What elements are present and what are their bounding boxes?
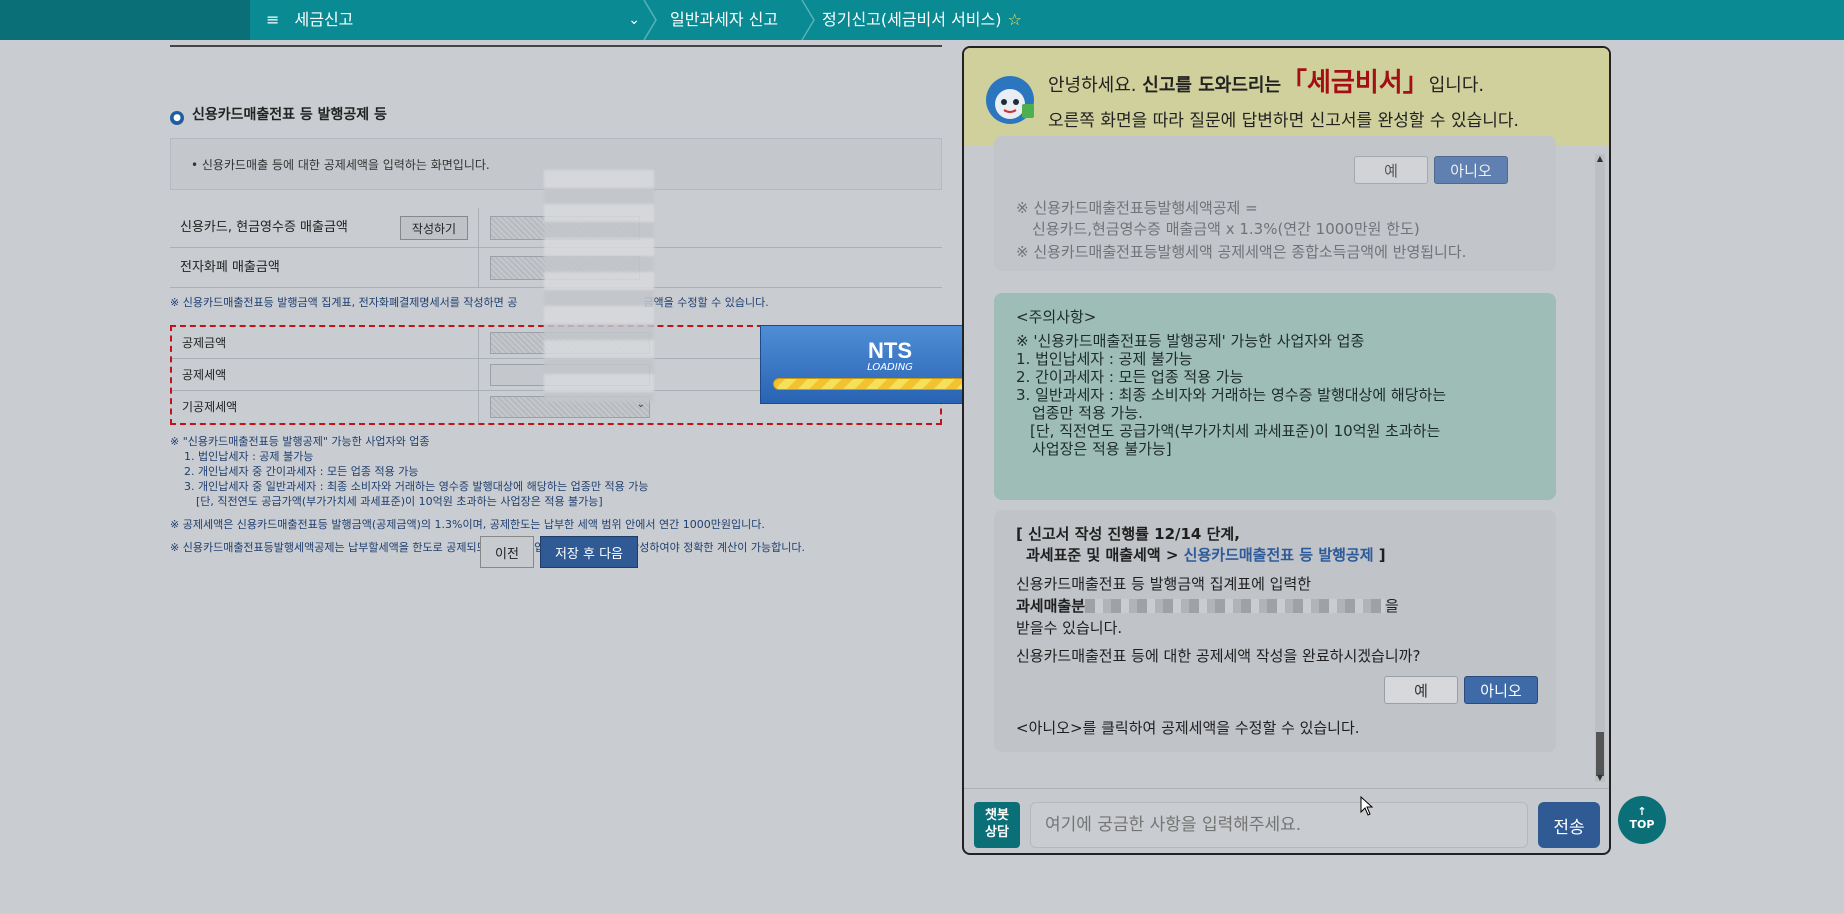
chat-input-bar: 챗봇상담 전송 — [964, 788, 1609, 853]
progress-step-parent: 과세표준 및 매출세액 > — [1026, 546, 1179, 564]
chat-message: 예 아니오 ※ 신용카드매출전표등발행세액공제 = 신용카드,현금영수증 매출금… — [994, 136, 1556, 271]
message-hint: <아니오>를 클릭하여 공제세액을 수정할 수 있습니다. — [1016, 719, 1360, 737]
confirm-question: 신용카드매출전표 등에 대한 공제세액 작성을 완료하시겠습니까? — [1016, 647, 1421, 665]
send-button[interactable]: 전송 — [1538, 802, 1600, 848]
mouse-cursor-icon — [1360, 795, 1374, 820]
section-title-text: 신용카드매출전표 등 발행공제 등 — [192, 107, 387, 123]
hamburger-icon[interactable]: ≡ — [266, 10, 279, 29]
greeting-brand: 「세금비서」 — [1281, 68, 1429, 98]
chat-input[interactable] — [1030, 802, 1528, 848]
note-text: ※ 신용카드매출전표등 발행금액 집계표, 전자화폐결제명세서를 작성하면 공 — [170, 296, 518, 309]
breadcrumb-regular-filing[interactable]: 정기신고(세금비서 서비스) ☆ — [808, 0, 1058, 40]
message-text: ※ 신용카드매출전표등발행세액 공제세액은 종합소득금액에 반영됩니다. — [1016, 243, 1467, 261]
chat-scrollbar[interactable]: ▲ ▼ — [1595, 154, 1605, 782]
chatbot-consult-badge[interactable]: 챗봇상담 — [974, 802, 1020, 848]
message-text: 신용카드,현금영수증 매출금액 x 1.3%(연간 1000만원 한도) — [1032, 220, 1420, 238]
note-line: 2. 개인납세자 중 간이과세자 : 모든 업종 적용 가능 — [184, 465, 419, 478]
row-label: 공제금액 — [182, 336, 227, 350]
arrow-up-icon: ↑ — [1637, 805, 1647, 818]
greeting-instruction: 오른쪽 화면을 따라 질문에 답변하면 신고서를 완성할 수 있습니다. — [1048, 111, 1519, 131]
taxable-sales-label: 과세매출분 — [1016, 597, 1086, 615]
scroll-thumb[interactable] — [1596, 732, 1604, 776]
chat-messages[interactable]: 예 아니오 ※ 신용카드매출전표등발행세액공제 = 신용카드,현금영수증 매출금… — [964, 136, 1609, 786]
bullet-icon: ● — [170, 111, 184, 125]
note-text-tail: 금액을 수정할 수 있습니다. — [643, 296, 769, 309]
message-text: ※ 신용카드매출전표등발행세액공제 = — [1016, 199, 1258, 217]
chatbot-badge-line2: 상담 — [985, 825, 1009, 840]
greeting-line: 안녕하세요. 신고를 도와드리는「세금비서」입니다. — [1048, 62, 1484, 99]
chat-message-progress: [ 신고서 작성 진행률 12/14 단계, 과세표준 및 매출세액 > 신용카… — [994, 510, 1556, 752]
cell-divider — [478, 327, 479, 358]
greeting-help: 신고를 도와드리는 — [1142, 75, 1282, 96]
save-next-button[interactable]: 저장 후 다음 — [540, 536, 638, 568]
greeting-end: 입니다. — [1428, 75, 1485, 96]
progress-step: 과세표준 및 매출세액 > 신용카드매출전표 등 발행공제 ] — [1026, 545, 1386, 566]
message-text: 사업장은 적용 불가능] — [1032, 440, 1172, 458]
yes-button[interactable]: 예 — [1354, 156, 1428, 184]
cell-divider — [478, 359, 479, 390]
row-label: 기공제세액 — [182, 400, 238, 414]
scroll-down-icon[interactable]: ▼ — [1595, 773, 1605, 782]
chat-header: 안녕하세요. 신고를 도와드리는「세금비서」입니다. 오른쪽 화면을 따라 질문… — [964, 48, 1609, 146]
greeting-hello: 안녕하세요. — [1048, 75, 1137, 96]
favorite-star-icon[interactable]: ☆ — [1008, 10, 1022, 29]
note-line: 3. 개인납세자 중 일반과세자 : 최종 소비자와 거래하는 영수증 발행대상… — [184, 480, 649, 493]
section-divider — [170, 45, 942, 47]
write-button[interactable]: 작성하기 — [400, 216, 468, 240]
no-button[interactable]: 아니오 — [1464, 676, 1538, 704]
chevron-down-icon[interactable]: ⌄ — [628, 0, 640, 40]
note-line: ※ "신용카드매출전표등 발행공제" 가능한 사업자와 업종 — [170, 435, 430, 448]
cell-divider — [478, 208, 479, 247]
redacted-amount — [1085, 599, 1386, 613]
row-label: 전자화폐 매출금액 — [180, 260, 280, 275]
note-line: 1. 법인납세자 : 공제 불가능 — [184, 450, 314, 463]
top-label: TOP — [1629, 818, 1655, 831]
progress-step-close: ] — [1378, 546, 1386, 564]
progress-step-link[interactable]: 신용카드매출전표 등 발행공제 — [1184, 546, 1374, 564]
tax-assistant-chat: 안녕하세요. 신고를 도와드리는「세금비서」입니다. 오른쪽 화면을 따라 질문… — [962, 46, 1611, 855]
scroll-up-icon[interactable]: ▲ — [1595, 154, 1605, 163]
yes-button[interactable]: 예 — [1384, 676, 1458, 704]
breadcrumb-current-label: 정기신고(세금비서 서비스) — [822, 10, 1002, 29]
message-text-tail: 을 — [1385, 597, 1399, 615]
no-button[interactable]: 아니오 — [1434, 156, 1508, 184]
message-title: <주의사항> — [1016, 308, 1097, 326]
menu-title: 세금신고 — [294, 10, 354, 29]
message-text: 신용카드매출전표 등 발행금액 집계표에 입력한 — [1016, 575, 1312, 593]
row-label: 신용카드, 현금영수증 매출금액 — [180, 220, 348, 235]
row-label: 공제세액 — [182, 368, 227, 382]
message-text: 과세매출분 을 — [1016, 596, 1399, 617]
note-line: [단, 직전연도 공급가액(부가가치세 과세표준)이 10억원 초과하는 사업장… — [196, 495, 603, 508]
redacted-values — [544, 170, 654, 402]
nav-left-block — [0, 0, 250, 40]
scroll-top-button[interactable]: ↑ TOP — [1618, 796, 1666, 844]
assistant-avatar-icon — [982, 68, 1038, 128]
top-nav-bar: ≡ 세금신고 ⌄ 일반과세자 신고 정기신고(세금비서 서비스) ☆ — [0, 0, 1844, 41]
cell-divider — [478, 391, 479, 423]
note-line: ※ 공제세액은 신용카드매출전표등 발행금액(공제금액)의 1.3%이며, 공제… — [170, 518, 765, 531]
note-edit-amount: ※ 신용카드매출전표등 발행금액 집계표, 전자화폐결제명세서를 작성하면 공 금… — [170, 294, 769, 310]
cell-divider — [478, 248, 479, 287]
message-text: 받을수 있습니다. — [1016, 619, 1123, 637]
prev-button[interactable]: 이전 — [480, 536, 534, 568]
deduction-form: ● 신용카드매출전표 등 발행공제 등 • 신용카드매출 등에 대한 공제세액을 … — [170, 40, 942, 914]
chatbot-badge-line1: 챗봇 — [985, 808, 1009, 823]
chat-message-caution: <주의사항> ※ '신용카드매출전표등 발행공제' 가능한 사업자와 업종 1.… — [994, 293, 1556, 500]
menu-breadcrumb[interactable]: ≡ 세금신고 ⌄ — [250, 0, 650, 40]
breadcrumb-general-taxpayer[interactable]: 일반과세자 신고 — [650, 0, 808, 40]
progress-stage: [ 신고서 작성 진행률 12/14 단계, — [1016, 525, 1240, 543]
section-title: ● 신용카드매출전표 등 발행공제 등 — [170, 104, 387, 125]
